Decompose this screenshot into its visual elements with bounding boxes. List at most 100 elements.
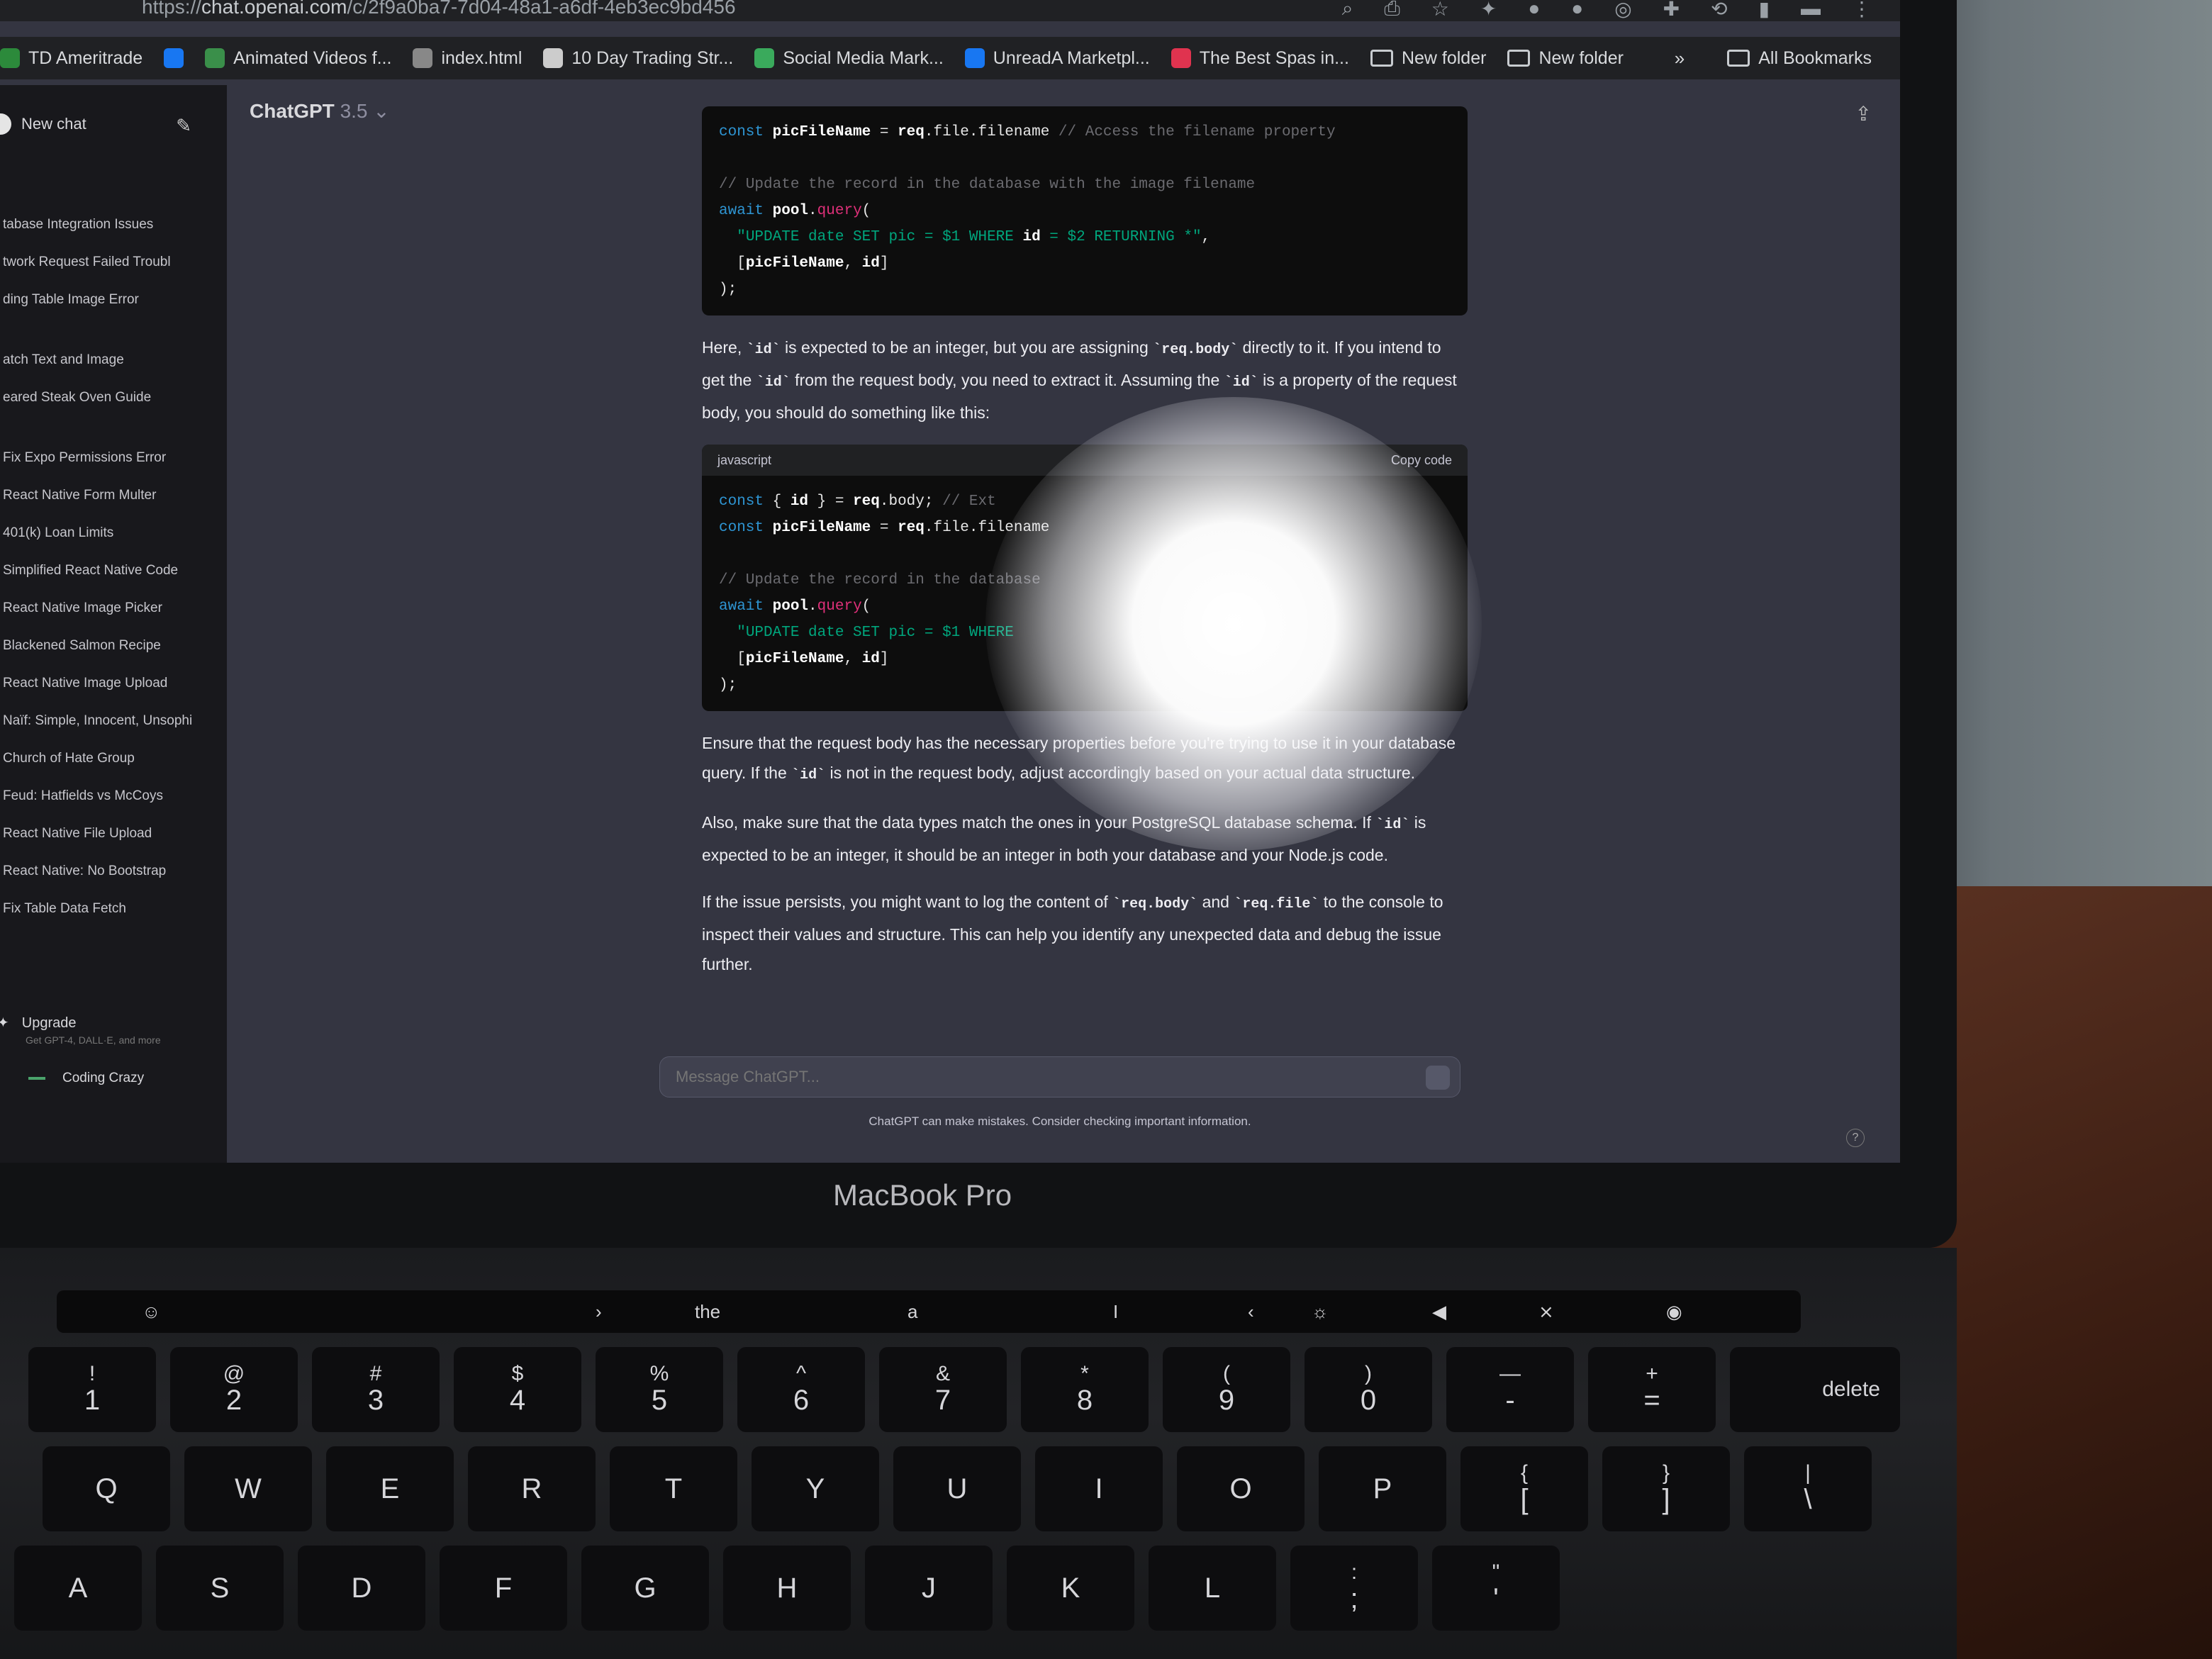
keyboard-key[interactable]: #3: [312, 1347, 440, 1432]
keyboard-key[interactable]: ^ 6: [737, 1347, 865, 1432]
puzzle-icon[interactable]: ✚: [1663, 0, 1680, 21]
bookmark-item[interactable]: Social Media Mark...: [754, 48, 944, 69]
keyboard-key[interactable]: $4: [454, 1347, 581, 1432]
chevron-left-icon[interactable]: ‹: [1248, 1301, 1254, 1323]
chat-history-item[interactable]: Fix Expo Permissions Error: [0, 439, 227, 476]
keyboard-key[interactable]: {[: [1460, 1446, 1588, 1531]
bookmark-item[interactable]: 10 Day Trading Str...: [543, 48, 733, 69]
star-icon[interactable]: ☆: [1431, 0, 1449, 21]
keyboard-key[interactable]: — -: [1446, 1347, 1574, 1432]
chat-history-item[interactable]: React Native: No Bootstrap: [0, 852, 227, 890]
bookmark-item[interactable]: [164, 48, 184, 68]
edit-icon[interactable]: ✎: [176, 115, 191, 137]
upgrade-button[interactable]: ✦ Upgrade Get GPT-4, DALL·E, and more: [0, 1014, 161, 1046]
keyboard-key[interactable]: | \: [1744, 1446, 1872, 1531]
touchbar-suggestion[interactable]: the: [695, 1301, 720, 1323]
keyboard-key[interactable]: D: [298, 1546, 425, 1631]
keyboard-key[interactable]: H: [723, 1546, 851, 1631]
share-page-icon[interactable]: ⎙: [1384, 0, 1400, 21]
touchbar-suggestion[interactable]: a: [907, 1301, 917, 1323]
keyboard-key[interactable]: * 8: [1021, 1347, 1149, 1432]
extension-icon[interactable]: ✦: [1480, 0, 1497, 21]
extension-icon[interactable]: ●: [1571, 0, 1583, 21]
keyboard-key[interactable]: T: [610, 1446, 737, 1531]
chat-history-item[interactable]: ding Table Image Error: [0, 281, 227, 318]
touchbar-suggestion[interactable]: I: [1113, 1301, 1118, 1323]
bookmark-item[interactable]: index.html: [413, 48, 522, 69]
bookmarks-overflow-button[interactable]: »: [1675, 48, 1685, 69]
keyboard-key[interactable]: E: [326, 1446, 454, 1531]
chevron-right-icon[interactable]: ›: [596, 1301, 602, 1323]
extension-icon[interactable]: ◎: [1614, 0, 1631, 21]
chat-history-item[interactable]: Fix Table Data Fetch: [0, 890, 227, 927]
keyboard-key[interactable]: I: [1035, 1446, 1163, 1531]
keyboard-key[interactable]: ) 0: [1305, 1347, 1432, 1432]
message-input[interactable]: [660, 1057, 1369, 1097]
keyboard-key[interactable]: (9: [1163, 1347, 1290, 1432]
keyboard-key[interactable]: ! 1: [28, 1347, 156, 1432]
keyboard-key[interactable]: & 7: [879, 1347, 1007, 1432]
bookmark-item[interactable]: The Best Spas in...: [1171, 48, 1349, 69]
keyboard-key[interactable]: P: [1319, 1446, 1446, 1531]
new-chat-button[interactable]: New chat ✎: [0, 106, 213, 142]
emoji-icon[interactable]: ☺: [142, 1301, 161, 1323]
share-icon[interactable]: ⇪: [1855, 102, 1872, 125]
keyboard-key[interactable]: + =: [1588, 1347, 1716, 1432]
chat-history-item[interactable]: React Native Form Multer: [0, 476, 227, 514]
keyboard-key[interactable]: K: [1007, 1546, 1134, 1631]
bookmark-item[interactable]: Animated Videos f...: [205, 48, 391, 69]
sidepanel-icon[interactable]: ▮: [1759, 0, 1770, 21]
chat-history-item[interactable]: atch Text and Image: [0, 341, 227, 379]
keyboard-key[interactable]: Y: [752, 1446, 879, 1531]
keyboard-key[interactable]: :;: [1290, 1546, 1418, 1631]
send-button[interactable]: [1426, 1066, 1450, 1090]
keyboard-key[interactable]: @2: [170, 1347, 298, 1432]
profile-icon[interactable]: ▬: [1801, 0, 1821, 21]
chat-history-item[interactable]: eared Steak Oven Guide: [0, 379, 227, 416]
keyboard-key[interactable]: F: [440, 1546, 567, 1631]
chat-history-item[interactable]: React Native File Upload: [0, 815, 227, 852]
url-text[interactable]: https://chat.openai.com/c/2f9a0ba7-7d04-…: [142, 0, 736, 18]
volume-icon[interactable]: ◀: [1432, 1301, 1446, 1323]
bookmark-item[interactable]: TD Ameritrade: [0, 48, 143, 69]
sync-icon[interactable]: ⟲: [1711, 0, 1727, 21]
chat-history-item[interactable]: Church of Hate Group: [0, 739, 227, 777]
chat-history-item[interactable]: React Native Image Picker: [0, 589, 227, 627]
chat-history-item[interactable]: Blackened Salmon Recipe: [0, 627, 227, 664]
model-selector[interactable]: ChatGPT 3.5 ⌄: [250, 99, 390, 123]
extension-icon[interactable]: ●: [1528, 0, 1540, 21]
bookmark-item[interactable]: New folder: [1370, 48, 1486, 69]
chat-history-item[interactable]: Feud: Hatfields vs McCoys: [0, 777, 227, 815]
kebab-menu-icon[interactable]: ⋮: [1852, 0, 1872, 21]
user-menu[interactable]: Coding Crazy: [28, 1071, 144, 1086]
keyboard-key[interactable]: S: [156, 1546, 284, 1631]
keyboard-key[interactable]: delete: [1730, 1347, 1900, 1432]
brightness-icon[interactable]: ☼: [1312, 1301, 1329, 1323]
chat-history-item[interactable]: React Native Image Upload: [0, 664, 227, 702]
keyboard-key[interactable]: % 5: [596, 1347, 723, 1432]
keyboard-key[interactable]: A: [14, 1546, 142, 1631]
address-bar[interactable]: https://chat.openai.com/c/2f9a0ba7-7d04-…: [0, 0, 1900, 21]
chat-history-item[interactable]: twork Request Failed Troubl: [0, 243, 227, 281]
help-button[interactable]: ?: [1846, 1129, 1865, 1147]
mute-icon[interactable]: ⨯: [1538, 1301, 1554, 1323]
keyboard-key[interactable]: O: [1177, 1446, 1305, 1531]
keyboard-key[interactable]: J: [865, 1546, 993, 1631]
siri-icon[interactable]: ◉: [1666, 1301, 1682, 1323]
search-icon[interactable]: ⌕: [1342, 0, 1353, 21]
chat-history-item[interactable]: Simplified React Native Code: [0, 552, 227, 589]
chat-history-item[interactable]: tabase Integration Issues: [0, 206, 227, 243]
keyboard-key[interactable]: L: [1149, 1546, 1276, 1631]
bookmark-item[interactable]: UnreadA Marketpl...: [964, 48, 1150, 69]
chat-history-item[interactable]: Naïf: Simple, Innocent, Unsophi: [0, 702, 227, 739]
keyboard-key[interactable]: G: [581, 1546, 709, 1631]
keyboard-key[interactable]: " ': [1432, 1546, 1560, 1631]
keyboard-key[interactable]: U: [893, 1446, 1021, 1531]
copy-code-button[interactable]: Copy code: [1391, 453, 1452, 468]
keyboard-key[interactable]: W: [184, 1446, 312, 1531]
keyboard-key[interactable]: R: [468, 1446, 596, 1531]
keyboard-key[interactable]: }]: [1602, 1446, 1730, 1531]
keyboard-key[interactable]: Q: [43, 1446, 170, 1531]
all-bookmarks-button[interactable]: All Bookmarks: [1727, 48, 1872, 69]
bookmark-item[interactable]: New folder: [1507, 48, 1624, 69]
